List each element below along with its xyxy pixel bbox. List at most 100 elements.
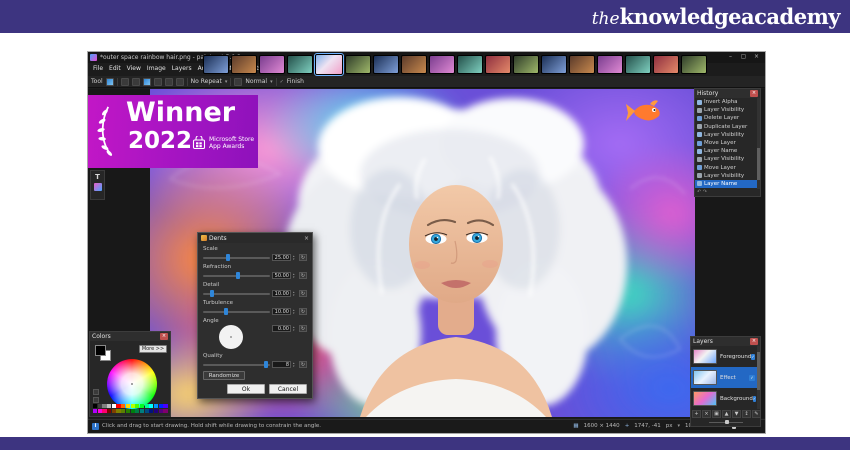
toolbar-icon-4[interactable] xyxy=(153,77,162,86)
reset-colors-icon[interactable] xyxy=(93,397,99,403)
palette-swatch[interactable] xyxy=(107,408,112,413)
spinner[interactable]: ▴ ▾ xyxy=(293,361,297,368)
text-tool-icon[interactable]: T xyxy=(95,173,100,181)
image-tab-thumbnail[interactable] xyxy=(401,55,427,74)
finish-button[interactable]: Finish xyxy=(287,78,304,85)
reset-button[interactable]: ↻ xyxy=(299,361,307,368)
image-tab-thumbnail[interactable] xyxy=(541,55,567,74)
slider-thumb[interactable] xyxy=(263,361,268,368)
layer-action-button[interactable]: ▲ xyxy=(722,410,731,418)
spinner[interactable]: ▴ ▾ xyxy=(293,272,297,279)
menu-item[interactable]: Edit xyxy=(106,63,124,75)
cancel-button[interactable]: Cancel xyxy=(269,384,307,394)
layer-action-button[interactable]: + xyxy=(692,410,701,418)
layer-action-button[interactable]: × xyxy=(702,410,711,418)
palette-swatch[interactable] xyxy=(93,404,98,409)
history-item[interactable]: Layer Visibility xyxy=(695,155,757,163)
image-tab-thumbnail[interactable] xyxy=(569,55,595,74)
layer-action-button[interactable]: ✎ xyxy=(752,410,761,418)
palette-swatch[interactable] xyxy=(116,408,121,413)
current-tool-icon[interactable] xyxy=(105,77,114,86)
spinner[interactable]: ▴ ▾ xyxy=(293,308,297,315)
value-input[interactable]: 50.00 xyxy=(272,272,291,279)
history-item[interactable]: Layer Visibility xyxy=(695,172,757,180)
image-tab-thumbnail[interactable] xyxy=(597,55,623,74)
brush-icon[interactable] xyxy=(234,77,243,86)
dialog-title-bar[interactable]: Dents × xyxy=(198,233,312,243)
toolbar-icon-5[interactable] xyxy=(164,77,173,86)
slider-track[interactable] xyxy=(203,254,270,261)
palette-swatch[interactable] xyxy=(93,408,98,413)
units-dropdown[interactable]: px xyxy=(666,423,673,429)
close-icon[interactable]: × xyxy=(750,338,758,345)
reset-button[interactable]: ↻ xyxy=(299,254,307,261)
image-tab-thumbnail[interactable] xyxy=(373,55,399,74)
palette-swatch[interactable] xyxy=(153,408,159,413)
menu-item[interactable]: View xyxy=(124,63,144,75)
palette-swatch[interactable] xyxy=(107,404,112,409)
palette-swatch[interactable] xyxy=(153,404,159,409)
value-input[interactable]: 10.00 xyxy=(272,290,291,297)
history-item[interactable]: Layer Visibility xyxy=(695,131,757,139)
toolbar-icon-3[interactable] xyxy=(142,77,151,86)
history-item[interactable]: Layer Visibility xyxy=(695,106,757,114)
reset-button[interactable]: ↻ xyxy=(299,290,307,297)
image-tab-thumbnail[interactable] xyxy=(457,55,483,74)
layer-row[interactable]: Effect ✓ xyxy=(691,367,757,388)
history-item[interactable]: Invert Alpha xyxy=(695,98,757,106)
layer-action-button[interactable]: ▣ xyxy=(712,410,721,418)
image-tab-thumbnail[interactable] xyxy=(203,55,229,74)
image-tab-thumbnail[interactable] xyxy=(429,55,455,74)
reset-button[interactable]: ↻ xyxy=(299,272,307,279)
palette-swatch[interactable] xyxy=(125,404,130,409)
more-colors-button[interactable]: More >> xyxy=(139,345,167,353)
image-tab-thumbnail[interactable] xyxy=(231,55,257,74)
minimize-button[interactable]: – xyxy=(724,52,737,62)
spinner[interactable]: ▴ ▾ xyxy=(293,290,297,297)
palette-swatch[interactable] xyxy=(144,404,149,409)
image-tab-thumbnail[interactable] xyxy=(485,55,511,74)
slider-track[interactable] xyxy=(203,361,270,368)
image-tab-thumbnail[interactable] xyxy=(287,55,313,74)
palette-swatch[interactable] xyxy=(135,404,140,409)
close-icon[interactable]: × xyxy=(750,90,758,97)
slider-track[interactable] xyxy=(203,308,270,315)
palette-swatch[interactable] xyxy=(158,408,163,413)
palette-swatch[interactable] xyxy=(125,408,130,413)
menu-item[interactable]: File xyxy=(90,63,106,75)
menu-item[interactable]: Layers xyxy=(169,63,195,75)
image-tab-thumbnail[interactable] xyxy=(314,53,344,76)
layer-visibility-checkbox[interactable]: ✓ xyxy=(752,395,757,402)
reset-button[interactable]: ↻ xyxy=(299,308,307,315)
spinner[interactable]: ▴ ▾ xyxy=(293,325,297,332)
toolbar-icon-2[interactable] xyxy=(131,77,140,86)
image-tab-thumbnail[interactable] xyxy=(653,55,679,74)
history-scrollbar[interactable] xyxy=(757,98,760,189)
palette-swatch[interactable] xyxy=(121,404,126,409)
swap-colors-icon[interactable] xyxy=(93,389,99,395)
palette-swatch[interactable] xyxy=(130,404,135,409)
slider-thumb[interactable] xyxy=(226,254,231,261)
redo-icon[interactable]: ↷ xyxy=(703,189,707,195)
randomize-button[interactable]: Randomize xyxy=(203,371,245,380)
undo-icon[interactable]: ↶ xyxy=(697,189,701,195)
layers-scrollbar[interactable] xyxy=(757,346,760,409)
ok-button[interactable]: Ok xyxy=(227,384,265,394)
layer-visibility-checkbox[interactable]: ✓ xyxy=(749,374,755,381)
image-tab-thumbnail[interactable] xyxy=(681,55,707,74)
palette-swatch[interactable] xyxy=(149,408,154,413)
toolbar-icon-6[interactable] xyxy=(175,77,184,86)
palette-swatch[interactable] xyxy=(139,408,145,413)
palette-swatch[interactable] xyxy=(111,404,116,409)
palette-swatch[interactable] xyxy=(135,408,140,413)
palette-swatch[interactable] xyxy=(149,404,154,409)
angle-value-input[interactable]: 0.00 xyxy=(272,325,291,332)
maximize-button[interactable]: ▢ xyxy=(737,52,750,62)
image-tab-thumbnail[interactable] xyxy=(513,55,539,74)
layer-visibility-checkbox[interactable]: ✓ xyxy=(751,353,755,360)
slider-track[interactable] xyxy=(203,272,270,279)
palette-swatch[interactable] xyxy=(130,408,135,413)
slider-thumb[interactable] xyxy=(223,308,228,315)
history-item[interactable]: Delete Layer xyxy=(695,114,757,122)
history-item[interactable]: Layer Name xyxy=(695,179,757,189)
